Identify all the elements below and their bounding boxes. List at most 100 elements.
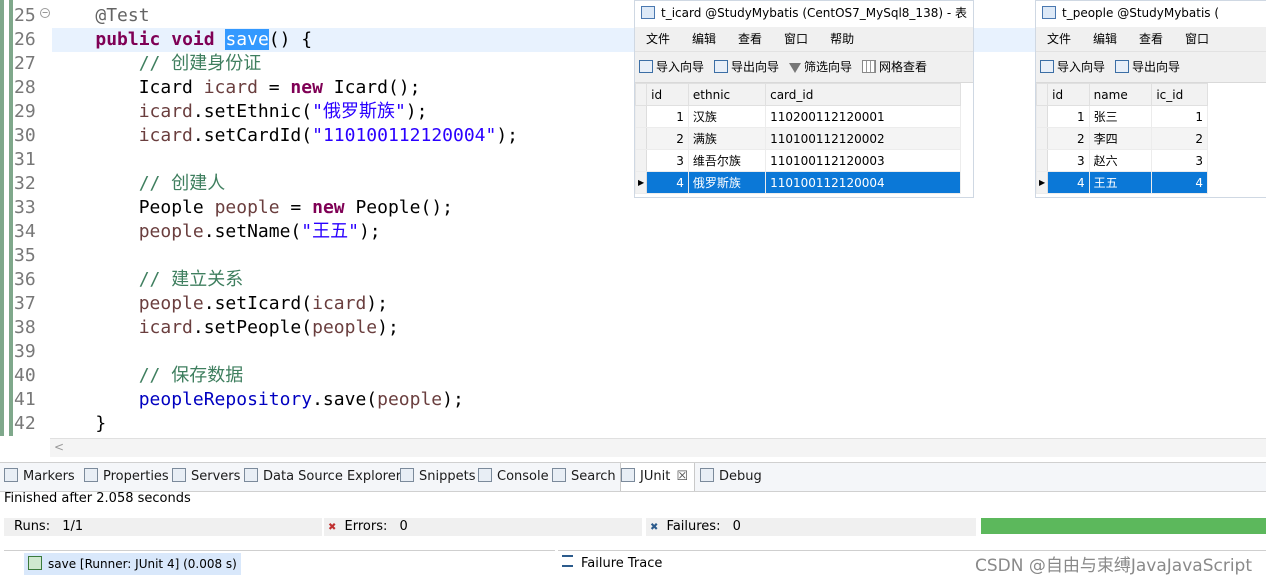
table-cell[interactable]: 3 (1151, 149, 1208, 172)
column-header[interactable]: ethnic (687, 83, 767, 106)
toolbar-button[interactable]: 导入向导 (635, 52, 710, 82)
table-row[interactable]: 3 维吾尔族 110100112120003 (635, 149, 961, 172)
table-row[interactable]: ▶ 4 王五 4 (1036, 171, 1208, 194)
table-cell[interactable]: 3 (646, 149, 689, 172)
table-cell[interactable]: 王五 (1088, 171, 1153, 194)
table-cell[interactable]: 110200112120001 (765, 105, 961, 128)
tab-markers[interactable]: Markers (4, 463, 75, 491)
junit-test-tree[interactable]: save [Runner: JUnit 4] (0.008 s) (4, 550, 555, 582)
menu-item[interactable]: 帮助 (819, 27, 865, 51)
table-cell[interactable]: 4 (1151, 171, 1208, 194)
table-cell[interactable]: 110100112120002 (765, 127, 961, 150)
code-line[interactable]: people.setName("王五"); (52, 220, 381, 244)
line-number: 38 (14, 317, 36, 338)
toolbar-button[interactable]: 导出向导 (1111, 52, 1186, 82)
table-cell[interactable]: 俄罗斯族 (687, 171, 767, 194)
table-cell[interactable]: 2 (1151, 127, 1208, 150)
editor-horizontal-scrollbar[interactable]: < (50, 438, 1266, 457)
table-row[interactable]: 1 张三 1 (1036, 105, 1208, 128)
data-grid[interactable]: id name ic_id 1 张三 1 2 李四 2 3 赵六 3 ▶ 4 王五 4 (1036, 83, 1208, 194)
column-header[interactable]: id (1047, 83, 1090, 106)
people-table-window[interactable]: t_people @StudyMybatis ( 文件 编辑 查看 窗口 导入向导 导出… (1035, 0, 1266, 198)
column-header[interactable]: name (1088, 83, 1153, 106)
table-cell[interactable]: 2 (646, 127, 689, 150)
data-grid[interactable]: id ethnic card_id 1 汉族 110200112120001 2 满族 1101… (635, 83, 961, 194)
close-icon[interactable]: ☒ (676, 469, 688, 484)
menu-item[interactable]: 查看 (1128, 27, 1174, 51)
table-cell[interactable]: 赵六 (1088, 149, 1153, 172)
tab-servers[interactable]: Servers (172, 463, 240, 491)
toolbar-button[interactable]: 网格查看 (858, 52, 933, 82)
column-header[interactable]: ic_id (1151, 83, 1208, 106)
tab-console[interactable]: Console (478, 463, 549, 491)
table-cell[interactable]: 1 (1047, 105, 1090, 128)
code-line[interactable]: } (52, 412, 106, 436)
menu-item[interactable]: 编辑 (681, 27, 727, 51)
table-cell[interactable]: 汉族 (687, 105, 767, 128)
code-line[interactable]: // 创建人 (52, 172, 226, 196)
table-cell[interactable]: 4 (646, 171, 689, 194)
table-cell[interactable]: 110100112120003 (765, 149, 961, 172)
row-indicator: ▶ (1036, 171, 1049, 194)
table-cell[interactable]: 满族 (687, 127, 767, 150)
progress-fill (981, 518, 1266, 534)
menu-item[interactable]: 编辑 (1082, 27, 1128, 51)
test-tree-item[interactable]: save [Runner: JUnit 4] (0.008 s) (24, 553, 241, 575)
line-number: 25 (14, 5, 36, 26)
code-token: icard (138, 125, 193, 146)
menu-item[interactable]: 查看 (727, 27, 773, 51)
table-row[interactable]: 1 汉族 110200112120001 (635, 105, 961, 128)
tab-search[interactable]: Search (552, 463, 616, 491)
fold-toggle-icon[interactable]: − (40, 8, 50, 18)
column-header[interactable]: id (646, 83, 689, 106)
code-line[interactable]: public void save() { (52, 28, 312, 52)
tab-data-source-explorer[interactable]: Data Source Explorer (244, 463, 401, 491)
tab-snippets[interactable]: Snippets (400, 463, 475, 491)
tab-junit[interactable]: JUnit ☒ (620, 463, 695, 491)
code-line[interactable]: // 保存数据 (52, 364, 244, 388)
code-line[interactable]: peopleRepository.save(people); (52, 388, 464, 412)
code-line[interactable]: people.setIcard(icard); (52, 292, 388, 316)
scroll-left-icon[interactable]: < (54, 440, 64, 454)
menu-item[interactable]: 文件 (1036, 27, 1082, 51)
code-line[interactable]: icard.setPeople(people); (52, 316, 399, 340)
code-line[interactable]: icard.setEthnic("俄罗斯族"); (52, 100, 428, 124)
table-cell[interactable]: 3 (1047, 149, 1090, 172)
runs-label: Runs: (14, 519, 51, 534)
menu-item[interactable]: 窗口 (1174, 27, 1220, 51)
code-line[interactable]: // 创建身份证 (52, 52, 262, 76)
code-line[interactable]: People people = new People(); (52, 196, 453, 220)
code-line[interactable]: // 建立关系 (52, 268, 244, 292)
import-wizard-icon (639, 60, 653, 73)
table-row[interactable]: 2 满族 110100112120002 (635, 127, 961, 150)
code-token: ); (496, 125, 519, 146)
table-cell[interactable]: 1 (646, 105, 689, 128)
table-cell[interactable]: 维吾尔族 (687, 149, 767, 172)
table-cell[interactable]: 李四 (1088, 127, 1153, 150)
table-row[interactable]: 2 李四 2 (1036, 127, 1208, 150)
toolbar-button[interactable]: 筛选向导 (785, 52, 858, 82)
menu-item[interactable]: 窗口 (773, 27, 819, 51)
table-cell[interactable]: 4 (1047, 171, 1090, 194)
row-indicator (1036, 127, 1049, 150)
line-number: 39 (14, 341, 36, 362)
code-line[interactable]: @Test (52, 4, 149, 28)
table-row[interactable]: ▶ 4 俄罗斯族 110100112120004 (635, 171, 961, 194)
code-line[interactable]: Icard icard = new Icard(); (52, 76, 421, 100)
toolbar-button-label: 导出向导 (1132, 60, 1181, 74)
code-token: void (171, 29, 215, 50)
table-cell[interactable]: 2 (1047, 127, 1090, 150)
table-cell[interactable]: 1 (1151, 105, 1208, 128)
toolbar-button[interactable]: 导入向导 (1036, 52, 1111, 82)
menu-item[interactable]: 文件 (635, 27, 681, 51)
icard-table-window[interactable]: t_icard @StudyMybatis (CentOS7_MySql8_13… (634, 0, 974, 198)
tab-properties[interactable]: Properties (84, 463, 169, 491)
table-cell[interactable]: 110100112120004 (765, 171, 961, 194)
code-line[interactable]: icard.setCardId("110100112120004"); (52, 124, 518, 148)
code-token: () { (268, 29, 313, 50)
table-row[interactable]: 3 赵六 3 (1036, 149, 1208, 172)
column-header[interactable]: card_id (765, 83, 961, 106)
table-cell[interactable]: 张三 (1088, 105, 1153, 128)
tab-debug[interactable]: Debug (700, 463, 762, 491)
toolbar-button[interactable]: 导出向导 (710, 52, 785, 82)
